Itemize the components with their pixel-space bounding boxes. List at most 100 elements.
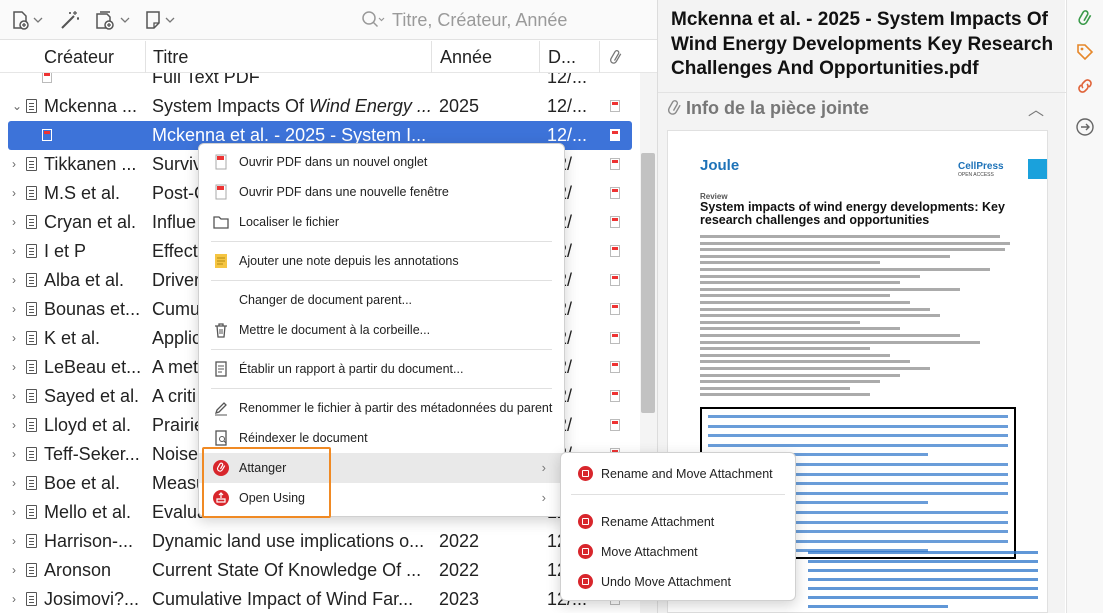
pdf-attachment-icon[interactable] <box>610 245 620 257</box>
column-title[interactable]: Titre <box>145 41 432 73</box>
menu-open-pdf-new-window[interactable]: Ouvrir PDF dans une nouvelle fenêtre <box>199 177 564 207</box>
menu-open-using[interactable]: Open Using › <box>199 483 564 513</box>
column-header: Créateur Titre Année D... <box>0 41 657 73</box>
pdf-attachment-icon[interactable] <box>610 390 620 402</box>
chevron-down-icon[interactable]: ⌄ <box>12 92 22 121</box>
preview-text-line <box>700 235 1000 238</box>
cell-creator: Lloyd et al. <box>44 415 132 435</box>
context-menu: Ouvrir PDF dans un nouvel onglet Ouvrir … <box>198 143 565 517</box>
pdf-attachment-icon[interactable] <box>610 361 620 373</box>
preview-text-line <box>700 314 940 318</box>
preview-summary-line <box>708 415 1008 418</box>
menu-attanger[interactable]: Attanger › <box>199 453 564 483</box>
chevron-right-icon[interactable]: › <box>12 208 22 237</box>
magic-wand-button[interactable] <box>58 8 82 32</box>
pdf-attachment-icon[interactable] <box>610 274 620 286</box>
preview-publisher-sub: OPEN ACCESS <box>958 172 994 178</box>
locate-icon[interactable] <box>1075 117 1095 137</box>
cell-title: Dynamic land use implications o... <box>152 531 425 551</box>
menu-add-note-from-annotations[interactable]: Ajouter une note depuis les annotations <box>199 246 564 276</box>
submenu-rename[interactable]: Rename Attachment <box>561 508 795 536</box>
related-icon[interactable] <box>1075 76 1095 96</box>
menu-locate-file[interactable]: Localiser le fichier <box>199 207 564 237</box>
pdf-attachment-icon[interactable] <box>610 158 620 170</box>
chevron-right-icon[interactable]: › <box>12 353 22 382</box>
chevron-right-icon[interactable]: › <box>12 469 22 498</box>
pdf-attachment-icon[interactable] <box>610 187 620 199</box>
chevron-right-icon[interactable]: › <box>12 179 22 208</box>
menu-label: Établir un rapport à partir du document.… <box>239 362 464 376</box>
column-creator[interactable]: Créateur <box>36 41 146 73</box>
folder-icon <box>213 216 229 229</box>
menu-open-pdf-new-tab[interactable]: Ouvrir PDF dans un nouvel onglet <box>199 147 564 177</box>
chevron-up-icon[interactable]: ︿ <box>1028 96 1044 120</box>
submenu-undo-move[interactable]: Undo Move Attachment <box>561 568 795 596</box>
column-date[interactable]: D... <box>540 41 600 73</box>
item-row[interactable]: › Josimovi?... Cumulative Impact of Wind F… <box>8 585 632 613</box>
submenu-rename-and-move[interactable]: Rename and Move Attachment <box>561 460 795 488</box>
preview-summary-line <box>708 424 1008 428</box>
document-icon <box>26 186 37 200</box>
menu-label: Renommer le fichier à partir des métadon… <box>239 401 553 415</box>
pdf-attachment-icon[interactable] <box>610 419 620 431</box>
chevron-right-icon[interactable]: › <box>12 556 22 585</box>
column-year[interactable]: Année <box>432 41 540 73</box>
cell-title: System Impacts Of Wind Energy ... <box>152 92 432 121</box>
new-note-icon <box>146 11 175 29</box>
item-row[interactable]: ⌄ Mckenna ... System Impacts Of Wind Energ… <box>8 92 632 121</box>
magic-wand-icon <box>61 11 79 29</box>
chevron-right-icon[interactable]: › <box>12 324 22 353</box>
attachment-rail-icon[interactable] <box>1075 9 1095 29</box>
preview-text-line <box>700 386 850 390</box>
chevron-right-icon[interactable]: › <box>12 295 22 324</box>
attanger-icon <box>213 460 229 476</box>
submenu-move[interactable]: Move Attachment <box>561 538 795 566</box>
item-row[interactable]: › Aronson Current State Of Knowledge Of ..… <box>8 556 632 585</box>
preview-text-line <box>700 367 930 370</box>
cell-year: 2022 <box>439 560 480 580</box>
chevron-right-icon: › <box>541 490 546 505</box>
column-attachments[interactable] <box>600 41 640 73</box>
chevron-right-icon[interactable]: › <box>12 411 22 440</box>
chevron-right-icon[interactable]: › <box>12 440 22 469</box>
preview-text-line <box>700 353 890 357</box>
search-box[interactable] <box>360 6 652 34</box>
attachment-row[interactable]: Full Text PDF 12/... <box>8 73 632 92</box>
undo-move-icon <box>578 574 593 589</box>
chevron-right-icon: › <box>541 460 546 475</box>
pdf-attachment-icon[interactable] <box>610 100 620 112</box>
cell-year: 2025 <box>439 96 480 116</box>
menu-create-report[interactable]: Établir un rapport à partir du document.… <box>199 354 564 384</box>
cell-title: Full Text PDF <box>152 73 260 87</box>
document-icon <box>26 99 37 113</box>
attachment-title[interactable]: Mckenna et al. - 2025 - System Impacts O… <box>671 8 1056 82</box>
pdf-attachment-icon[interactable] <box>610 129 620 141</box>
item-row[interactable]: › Harrison-... Dynamic land use implicatio… <box>8 527 632 556</box>
new-item-button[interactable] <box>10 8 44 32</box>
chevron-right-icon[interactable]: › <box>12 498 22 527</box>
preview-text-line <box>700 268 990 271</box>
attachment-info-header[interactable]: Info de la pièce jointe ︿ <box>658 92 1066 122</box>
menu-rename-from-parent[interactable]: Renommer le fichier à partir des métadon… <box>199 393 564 423</box>
cell-creator: M.S et al. <box>44 183 121 203</box>
menu-reindex[interactable]: Réindexer le document <box>199 423 564 453</box>
pdf-attachment-icon[interactable] <box>610 303 620 315</box>
chevron-right-icon[interactable]: › <box>12 382 22 411</box>
new-note-button[interactable] <box>144 8 178 32</box>
attachment-info-label: Info de la pièce jointe <box>686 98 870 118</box>
pdf-attachment-icon[interactable] <box>610 216 620 228</box>
chevron-right-icon[interactable]: › <box>12 585 22 613</box>
chevron-right-icon[interactable]: › <box>12 237 22 266</box>
menu-move-to-trash[interactable]: Mettre le document à la corbeille... <box>199 315 564 345</box>
tag-icon[interactable] <box>1075 42 1095 62</box>
menu-change-parent[interactable]: Changer de document parent... <box>199 285 564 315</box>
menu-separator <box>211 280 552 281</box>
submenu-label: Undo Move Attachment <box>601 575 731 589</box>
search-input[interactable] <box>392 9 642 31</box>
scrollbar-thumb[interactable] <box>641 153 655 413</box>
chevron-right-icon[interactable]: › <box>12 150 22 179</box>
pdf-attachment-icon[interactable] <box>610 332 620 344</box>
chevron-right-icon[interactable]: › <box>12 527 22 556</box>
chevron-right-icon[interactable]: › <box>12 266 22 295</box>
add-attachment-button[interactable] <box>94 8 132 32</box>
